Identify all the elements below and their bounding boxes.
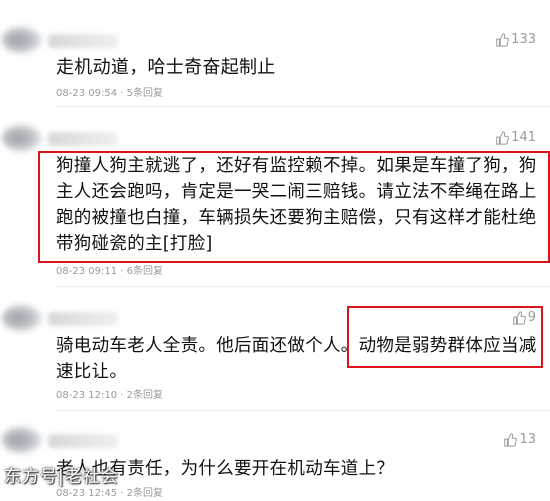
comment-text: 骑电动车老人全责。他后面还做个人。动物是弱势群体应当减 速比让。 — [56, 333, 537, 385]
like-button[interactable]: 13 — [503, 432, 536, 447]
comment-line: 主人还会跑吗，肯定是一哭二闹三赔钱。请立法不牵绳在路上 — [56, 182, 537, 202]
comment-line: 骑电动车老人全责。他后面还做个人。动物是弱势群体应当减 — [56, 336, 537, 356]
comment-text: 走机动道，哈士奇奋起制止 — [56, 57, 276, 78]
like-count: 133 — [511, 32, 536, 47]
divider — [56, 286, 550, 287]
username[interactable] — [48, 434, 118, 448]
avatar[interactable] — [2, 426, 42, 454]
thumbs-up-icon — [496, 130, 509, 145]
username[interactable] — [48, 312, 118, 326]
comment-meta[interactable]: 08-23 09:54 · 5条回复 — [56, 84, 163, 99]
comment-text: 狗撞人狗主就逃了，还好有监控赖不掉。如果是车撞了狗，狗 主人还会跑吗，肯定是一哭… — [56, 153, 537, 257]
divider — [56, 410, 550, 411]
comment-line: 狗撞人狗主就逃了，还好有监控赖不掉。如果是车撞了狗，狗 — [56, 156, 537, 176]
avatar[interactable] — [2, 26, 42, 54]
like-button[interactable]: 133 — [495, 32, 536, 47]
like-count: 13 — [519, 432, 536, 447]
username[interactable] — [48, 132, 118, 146]
thumbs-up-icon — [504, 432, 518, 447]
comment-meta[interactable]: 08-23 09:11 · 6条回复 — [56, 262, 163, 277]
avatar[interactable] — [2, 124, 42, 152]
username[interactable] — [48, 34, 118, 48]
comment-line: 速比让。 — [56, 362, 128, 382]
like-count: 141 — [511, 130, 536, 145]
comment-line: 带狗碰瓷的主[打脸] — [56, 234, 213, 254]
watermark: 东方号|老社会 — [4, 467, 119, 487]
thumbs-up-icon — [496, 32, 509, 47]
comment-meta[interactable]: 08-23 12:10 · 2条回复 — [56, 386, 163, 401]
divider — [56, 106, 550, 107]
like-button[interactable]: 141 — [495, 130, 536, 145]
comment-line: 跑的被撞也白撞，车辆损失还要狗主赔偿，只有这样才能杜绝 — [56, 208, 537, 228]
avatar[interactable] — [2, 304, 42, 332]
